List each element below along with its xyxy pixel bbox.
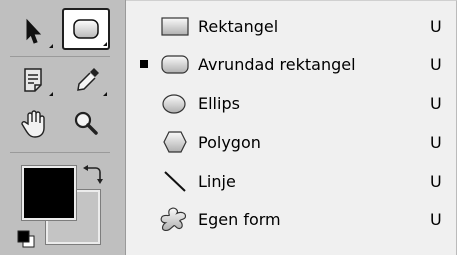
shape-tool-menu: Rektangel U Avrundad rektangel U Ellips … [126, 0, 457, 255]
rounded-rectangle-icon [73, 19, 99, 39]
default-colors-icon[interactable] [17, 230, 35, 248]
menu-item-shortcut: U [430, 209, 442, 229]
note-icon [24, 68, 42, 92]
menu-item-label: Polygon [198, 132, 261, 152]
tools-panel [0, 0, 126, 255]
menu-item-label: Rektangel [198, 16, 279, 36]
move-tool[interactable] [12, 12, 56, 52]
submenu-corner-icon [49, 92, 53, 96]
rounded-rectangle-tool[interactable] [62, 8, 110, 50]
menu-item-shortcut: U [430, 16, 442, 36]
menu-item-custom-shape[interactable]: Egen form U [126, 200, 457, 238]
menu-item-label: Linje [198, 171, 236, 191]
menu-item-label: Avrundad rektangel [198, 54, 356, 74]
custom-shape-icon [158, 204, 192, 234]
polygon-icon [158, 127, 192, 157]
foreground-color-swatch[interactable] [21, 165, 77, 221]
zoom-tool[interactable] [64, 104, 108, 144]
hand-icon [21, 110, 45, 138]
eyedropper-icon [77, 68, 99, 91]
rounded-rectangle-icon [158, 49, 192, 79]
submenu-corner-icon [103, 92, 107, 96]
menu-item-rounded-rectangle[interactable]: Avrundad rektangel U [126, 45, 457, 83]
menu-item-label: Egen form [198, 209, 281, 229]
menu-item-ellipse[interactable]: Ellips U [126, 84, 457, 122]
menu-item-polygon[interactable]: Polygon U [126, 123, 457, 161]
notes-tool[interactable] [12, 60, 56, 100]
submenu-corner-icon [103, 42, 107, 46]
arrow-cursor-icon [26, 18, 42, 44]
menu-item-line[interactable]: Linje U [126, 162, 457, 200]
menu-item-shortcut: U [430, 171, 442, 191]
toolbar-divider [10, 56, 110, 57]
eyedropper-tool[interactable] [66, 60, 110, 100]
swap-colors-icon[interactable] [82, 164, 104, 186]
menu-item-label: Ellips [198, 93, 240, 113]
menu-item-shortcut: U [430, 93, 442, 113]
selected-indicator-icon [140, 60, 148, 68]
rectangle-icon [158, 11, 192, 41]
hand-tool[interactable] [12, 104, 56, 144]
toolbar-divider [10, 152, 110, 153]
menu-item-shortcut: U [430, 54, 442, 74]
menu-item-rectangle[interactable]: Rektangel U [126, 7, 457, 45]
menu-item-shortcut: U [430, 132, 442, 152]
line-icon [158, 166, 192, 196]
ellipse-icon [158, 88, 192, 118]
submenu-corner-icon [49, 44, 53, 48]
magnifier-icon [74, 111, 98, 135]
